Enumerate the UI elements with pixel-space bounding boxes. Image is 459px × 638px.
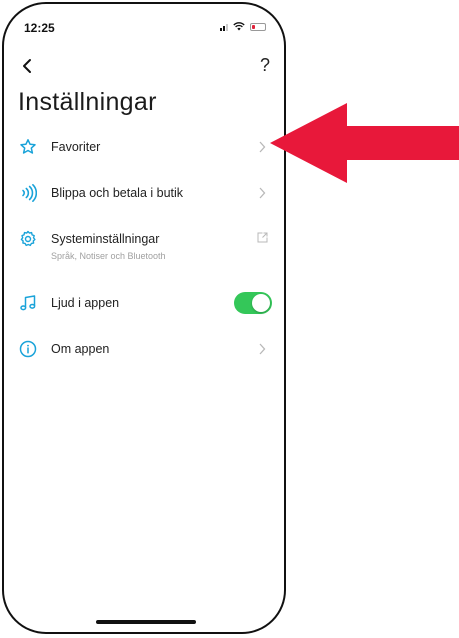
phone-frame: 12:25 ? Inställningar Favoriter Blippa o…: [2, 2, 286, 634]
battery-icon: [250, 22, 266, 31]
list-item-blippa[interactable]: Blippa och betala i butik: [4, 172, 284, 218]
nav-bar: ?: [4, 48, 284, 84]
status-bar: 12:25: [4, 4, 284, 44]
wifi-icon: [233, 22, 245, 31]
list-item-ljud: Ljud i appen: [4, 282, 284, 328]
list-item-om-appen[interactable]: Om appen: [4, 328, 284, 374]
page-title: Inställningar: [18, 88, 157, 116]
list-item-label: Om appen: [51, 342, 110, 356]
settings-list: Favoriter Blippa och betala i butik Syst…: [4, 126, 284, 374]
toggle-knob: [252, 294, 270, 312]
help-button[interactable]: ?: [260, 56, 270, 74]
list-item-systeminstallningar[interactable]: Systeminställningar Språk, Notiser och B…: [4, 218, 284, 282]
gear-icon: [20, 230, 36, 247]
list-item-label: Blippa och betala i butik: [51, 186, 184, 200]
status-icons: [220, 22, 266, 31]
back-button[interactable]: [16, 54, 40, 78]
chevron-right-icon: [259, 187, 266, 199]
chevron-right-icon: [259, 141, 266, 153]
chevron-right-icon: [259, 343, 266, 355]
list-item-label: Systeminställningar: [51, 232, 160, 246]
status-time: 12:25: [24, 21, 55, 35]
sound-toggle[interactable]: [234, 292, 272, 314]
list-item-label: Ljud i appen: [51, 296, 120, 310]
home-indicator: [96, 620, 196, 624]
signal-icon: [220, 22, 228, 31]
list-item-favoriter[interactable]: Favoriter: [4, 126, 284, 172]
annotation-arrow-icon: [270, 103, 459, 183]
music-note-icon: [20, 295, 36, 311]
external-link-icon: [257, 232, 268, 243]
star-icon: [20, 139, 36, 154]
contactless-icon: [22, 184, 37, 202]
list-item-subtitle: Språk, Notiser och Bluetooth: [51, 251, 166, 261]
info-icon: [19, 340, 37, 358]
list-item-label: Favoriter: [51, 140, 101, 154]
